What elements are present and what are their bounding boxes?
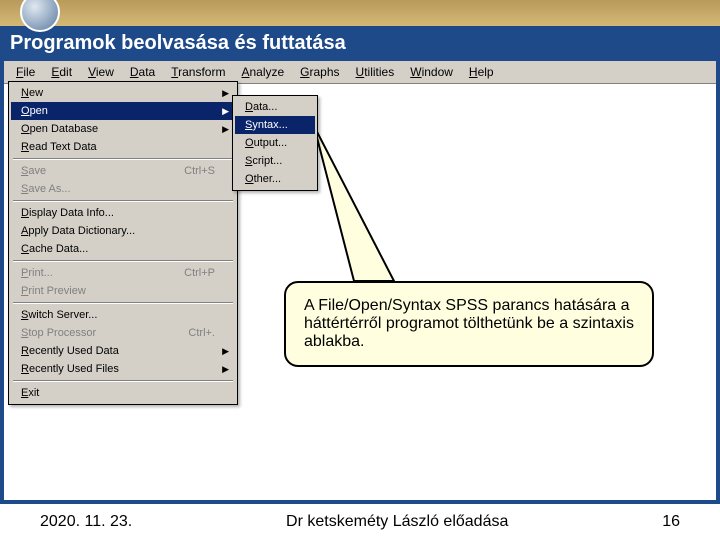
submenu-item-label: Data... bbox=[245, 101, 277, 113]
menubar-file[interactable]: File bbox=[8, 63, 43, 81]
callout-pointer bbox=[314, 126, 434, 296]
footer-page-number: 16 bbox=[662, 513, 680, 531]
footer-presenter: Dr ketskeméty László előadása bbox=[132, 513, 662, 531]
menu-item-label: Switch Server... bbox=[21, 309, 97, 321]
menu-separator bbox=[13, 380, 233, 382]
slide-top-decoration bbox=[0, 0, 720, 26]
open-submenu: Data... Syntax... Output... Script... Other.… bbox=[232, 95, 318, 191]
slide-title: Programok beolvasása és futtatása bbox=[0, 26, 720, 61]
slide-content: File Edit View Data Transform Analyze Gr… bbox=[0, 61, 720, 501]
menu-item-label: Print... bbox=[21, 267, 53, 279]
slide-footer: 2020. 11. 23. Dr ketskeméty László előad… bbox=[0, 500, 720, 540]
file-menu-item: Print Preview bbox=[11, 282, 235, 300]
file-menu-item: Save As... bbox=[11, 180, 235, 198]
menubar-view[interactable]: View bbox=[80, 63, 122, 81]
callout-box: A File/Open/Syntax SPSS parancs hatására… bbox=[284, 281, 654, 367]
file-menu-item[interactable]: Display Data Info... bbox=[11, 204, 235, 222]
footer-date: 2020. 11. 23. bbox=[40, 513, 132, 531]
menu-item-label: Open bbox=[21, 105, 48, 117]
menubar-utilities[interactable]: Utilities bbox=[348, 63, 403, 81]
file-menu-item[interactable]: Recently Used Files ▶ bbox=[11, 360, 235, 378]
menu-item-label: Read Text Data bbox=[21, 141, 97, 153]
menubar-transform[interactable]: Transform bbox=[163, 63, 233, 81]
menu-item-label: Apply Data Dictionary... bbox=[21, 225, 135, 237]
menu-item-label: Cache Data... bbox=[21, 243, 88, 255]
menubar-analyze[interactable]: Analyze bbox=[233, 63, 292, 81]
menu-item-label: Display Data Info... bbox=[21, 207, 114, 219]
file-menu-item[interactable]: Exit bbox=[11, 384, 235, 402]
menu-item-label: Exit bbox=[21, 387, 39, 399]
file-menu-item[interactable]: New ▶ bbox=[11, 84, 235, 102]
menubar-graphs[interactable]: Graphs bbox=[292, 63, 347, 81]
open-submenu-item[interactable]: Output... bbox=[235, 134, 315, 152]
file-menu-item[interactable]: Cache Data... bbox=[11, 240, 235, 258]
file-dropdown-menu: New ▶ Open ▶ Open Database ▶ Read Text Data Sav… bbox=[8, 81, 238, 405]
submenu-arrow-icon: ▶ bbox=[222, 124, 229, 135]
file-menu-item[interactable]: Apply Data Dictionary... bbox=[11, 222, 235, 240]
file-menu-item: Print... Ctrl+P bbox=[11, 264, 235, 282]
file-menu-item[interactable]: Recently Used Data ▶ bbox=[11, 342, 235, 360]
menubar-data[interactable]: Data bbox=[122, 63, 163, 81]
menu-item-shortcut: Ctrl+S bbox=[184, 165, 215, 177]
menubar-help[interactable]: Help bbox=[461, 63, 502, 81]
menubar-window[interactable]: Window bbox=[402, 63, 461, 81]
menu-item-label: Recently Used Files bbox=[21, 363, 119, 375]
submenu-arrow-icon: ▶ bbox=[222, 364, 229, 375]
file-menu-item[interactable]: Open Database ▶ bbox=[11, 120, 235, 138]
submenu-arrow-icon: ▶ bbox=[222, 346, 229, 357]
menu-item-shortcut: Ctrl+P bbox=[184, 267, 215, 279]
submenu-item-label: Output... bbox=[245, 137, 287, 149]
file-menu-item[interactable]: Read Text Data bbox=[11, 138, 235, 156]
submenu-item-label: Syntax... bbox=[245, 119, 288, 131]
file-menu-item[interactable]: Open ▶ bbox=[11, 102, 235, 120]
submenu-item-label: Script... bbox=[245, 155, 282, 167]
open-submenu-item[interactable]: Script... bbox=[235, 152, 315, 170]
menu-item-label: New bbox=[21, 87, 43, 99]
menu-item-label: Stop Processor bbox=[21, 327, 96, 339]
menu-item-label: Save bbox=[21, 165, 46, 177]
menu-separator bbox=[13, 302, 233, 304]
menu-separator bbox=[13, 200, 233, 202]
menu-item-label: Save As... bbox=[21, 183, 71, 195]
menu-item-shortcut: Ctrl+. bbox=[188, 327, 215, 339]
submenu-item-label: Other... bbox=[245, 173, 281, 185]
menu-item-label: Open Database bbox=[21, 123, 98, 135]
menu-item-label: Recently Used Data bbox=[21, 345, 119, 357]
file-menu-item: Stop Processor Ctrl+. bbox=[11, 324, 235, 342]
menubar-edit[interactable]: Edit bbox=[43, 63, 80, 81]
file-menu-item[interactable]: Switch Server... bbox=[11, 306, 235, 324]
callout-text: A File/Open/Syntax SPSS parancs hatására… bbox=[304, 297, 634, 350]
menu-separator bbox=[13, 158, 233, 160]
menu-item-label: Print Preview bbox=[21, 285, 86, 297]
open-submenu-item[interactable]: Data... bbox=[235, 98, 315, 116]
open-submenu-item[interactable]: Other... bbox=[235, 170, 315, 188]
menu-separator bbox=[13, 260, 233, 262]
file-menu-item: Save Ctrl+S bbox=[11, 162, 235, 180]
open-submenu-item[interactable]: Syntax... bbox=[235, 116, 315, 134]
submenu-arrow-icon: ▶ bbox=[222, 106, 229, 117]
submenu-arrow-icon: ▶ bbox=[222, 88, 229, 99]
